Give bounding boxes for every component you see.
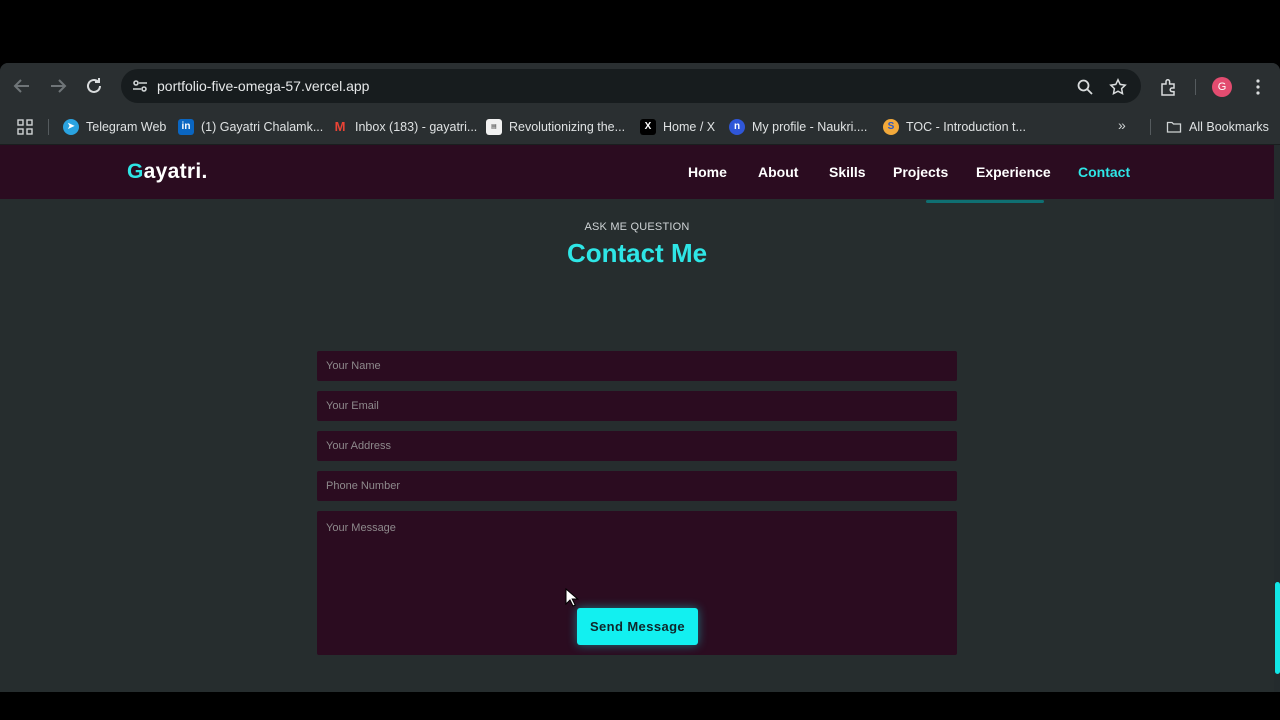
more-menu-icon[interactable]	[1248, 77, 1268, 97]
telegram-icon: ➤	[63, 119, 79, 135]
bookmarks-overflow-button[interactable]: »	[1118, 117, 1126, 133]
url-text[interactable]: portfolio-five-omega-57.vercel.app	[157, 78, 369, 94]
linkedin-icon: in	[178, 119, 194, 135]
star-icon[interactable]	[1109, 78, 1127, 96]
nav-experience[interactable]: Experience	[976, 164, 1051, 180]
course-icon: S	[883, 119, 899, 135]
bookmark-label: (1) Gayatri Chalamk...	[201, 120, 324, 134]
bookmark-label: Revolutionizing the...	[509, 120, 626, 134]
all-bookmarks-button[interactable]: All Bookmarks	[1166, 117, 1269, 137]
address-bar[interactable]: portfolio-five-omega-57.vercel.app	[121, 69, 1141, 103]
extensions-icon[interactable]	[1159, 77, 1179, 97]
site-navbar: Gayatri. Home About Skills Projects Expe…	[0, 145, 1274, 199]
apps-grid-icon[interactable]	[17, 119, 33, 135]
logo-text: ayatri.	[143, 160, 208, 183]
nav-about[interactable]: About	[758, 164, 798, 180]
bookmarks-bar: ➤ Telegram Web in (1) Gayatri Chalamk...…	[0, 109, 1280, 145]
bookmark-label: TOC - Introduction t...	[906, 120, 1026, 134]
naukri-icon: n	[729, 119, 745, 135]
nav-skills[interactable]: Skills	[829, 164, 866, 180]
section-heading: Contact Me	[566, 238, 708, 268]
bookmark-news[interactable]: ▤ Revolutionizing the...	[486, 117, 625, 137]
site-logo[interactable]: Gayatri.	[127, 160, 208, 184]
scrollbar-thumb[interactable]	[1275, 582, 1280, 674]
page-content: Gayatri. Home About Skills Projects Expe…	[0, 145, 1280, 692]
browser-toolbar: portfolio-five-omega-57.vercel.app G	[0, 63, 1280, 109]
send-message-button[interactable]: Send Message	[577, 608, 698, 645]
bookmark-label: Home / X	[663, 120, 716, 134]
bookmark-label: My profile - Naukri....	[752, 120, 868, 134]
mouse-cursor-icon	[565, 588, 579, 607]
gmail-icon: M	[332, 119, 348, 135]
name-input[interactable]	[317, 351, 957, 381]
arrow-right-icon	[51, 79, 67, 93]
bookmark-toc[interactable]: S TOC - Introduction t...	[883, 117, 1026, 137]
nav-underline	[926, 200, 1044, 203]
profile-avatar[interactable]: G	[1212, 77, 1232, 97]
nav-contact[interactable]: Contact	[1078, 164, 1130, 180]
bookmark-x[interactable]: X Home / X	[640, 117, 715, 137]
back-button[interactable]	[10, 74, 34, 98]
forward-button[interactable]	[46, 74, 70, 98]
folder-icon	[1166, 121, 1182, 133]
nav-home[interactable]: Home	[688, 164, 727, 180]
logo-accent-letter: G	[127, 160, 144, 183]
nav-projects[interactable]: Projects	[893, 164, 948, 180]
email-input[interactable]	[317, 391, 957, 421]
bookmarks-divider	[1150, 119, 1151, 135]
bookmark-label: Inbox (183) - gayatri...	[355, 120, 478, 134]
browser-window: portfolio-five-omega-57.vercel.app G ➤ T…	[0, 63, 1280, 692]
all-bookmarks-label: All Bookmarks	[1189, 120, 1269, 134]
bookmark-gmail[interactable]: M Inbox (183) - gayatri...	[332, 117, 477, 137]
section-kicker: ASK ME QUESTION	[584, 221, 690, 233]
bookmark-linkedin[interactable]: in (1) Gayatri Chalamk...	[178, 117, 323, 137]
news-icon: ▤	[486, 119, 502, 135]
toolbar-divider	[1195, 79, 1196, 95]
site-settings-icon[interactable]	[130, 76, 150, 96]
reload-icon	[87, 78, 101, 93]
letterbox-bottom	[0, 692, 1280, 720]
arrow-left-icon	[13, 79, 29, 93]
letterbox-top	[0, 0, 1280, 63]
bookmarks-divider	[48, 119, 49, 135]
bookmark-telegram[interactable]: ➤ Telegram Web	[63, 117, 166, 137]
x-icon: X	[640, 119, 656, 135]
phone-input[interactable]	[317, 471, 957, 501]
page-scrollbar[interactable]	[1274, 145, 1280, 692]
bookmark-naukri[interactable]: n My profile - Naukri....	[729, 117, 867, 137]
reload-button[interactable]	[82, 74, 106, 98]
address-input[interactable]	[317, 431, 957, 461]
bookmark-label: Telegram Web	[86, 120, 167, 134]
zoom-icon[interactable]	[1076, 78, 1094, 96]
